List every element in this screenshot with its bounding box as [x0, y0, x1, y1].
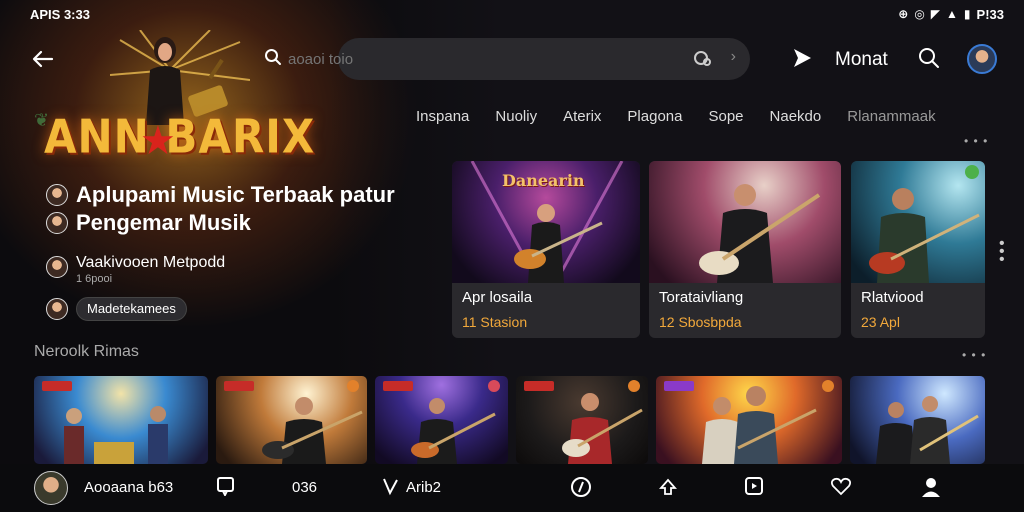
profile-avatar[interactable]: [967, 44, 997, 74]
category-chip[interactable]: Madetekamees: [76, 297, 187, 321]
tab-genre[interactable]: Plagona: [627, 108, 682, 125]
battery-icon: ▮: [963, 7, 971, 21]
music-label[interactable]: Arib2: [406, 479, 441, 496]
live-tag: [42, 381, 72, 391]
card-subtitle: 12 Sbosbpda: [659, 314, 742, 330]
library-icon[interactable]: [744, 476, 764, 502]
search-icon[interactable]: [264, 48, 282, 71]
section-title: Neroolk Rimas: [34, 343, 139, 360]
search-input[interactable]: [288, 50, 648, 68]
featured-card[interactable]: Rlatviood 23 Apl: [851, 161, 985, 338]
badge-icon: [822, 380, 834, 392]
video-thumbnail[interactable]: [656, 376, 842, 464]
user-avatar[interactable]: [34, 471, 68, 505]
video-thumbnail[interactable]: [34, 376, 208, 464]
video-thumbnail[interactable]: [216, 376, 367, 464]
video-thumbnail[interactable]: [850, 376, 985, 464]
bottom-navigation: Aooaana b63 036 Arib2: [0, 464, 1024, 512]
wifi-icon: ◤: [930, 7, 941, 21]
tab-genre[interactable]: Nuoliy: [495, 108, 537, 125]
avatar: [46, 256, 68, 278]
card-title: Apr losaila: [462, 289, 533, 306]
kebab-menu-icon[interactable]: • • •: [999, 236, 1005, 268]
avatar[interactable]: [46, 212, 68, 234]
band-logo: Danearin: [502, 171, 585, 190]
share-icon[interactable]: [657, 476, 679, 504]
compass-icon[interactable]: [570, 476, 592, 504]
podcast-meta[interactable]: Vaakivooen Metpodd 1 6pooi: [46, 254, 225, 285]
hero-band-title: ANN BARIX: [44, 109, 316, 164]
card-title: Rlatviood: [861, 289, 924, 306]
play-icon[interactable]: [790, 46, 814, 70]
tab-genre[interactable]: Rlanammaak: [847, 108, 935, 125]
card-title: Torataivliang: [659, 289, 744, 306]
more-dots-icon[interactable]: • • •: [964, 134, 988, 148]
count-label: 036: [292, 479, 318, 496]
featured-card[interactable]: Torataivliang 12 Sbosbpda: [649, 161, 841, 338]
chat-icon[interactable]: [216, 476, 236, 502]
card-subtitle: 23 Apl: [861, 314, 900, 330]
headline-line2: Pengemar Musik: [76, 210, 251, 235]
user-label[interactable]: Aooaana b63: [84, 479, 173, 496]
tab-genre[interactable]: Inspana: [416, 108, 469, 125]
status-bar: APIS 3:33 ⊕ ◎ ◤ ▲ ▮ P!33: [0, 0, 1024, 28]
avatar[interactable]: [46, 184, 68, 206]
signal-icon: ▲: [946, 7, 958, 21]
chip-row: Madetekamees: [46, 297, 187, 321]
more-dots-icon[interactable]: • • •: [962, 348, 986, 362]
alarm-icon: ◎: [914, 7, 925, 21]
live-tag: [664, 381, 694, 391]
back-arrow-icon[interactable]: [30, 46, 58, 74]
vibrate-icon: ⊕: [898, 7, 909, 21]
month-button[interactable]: Monat: [835, 49, 888, 71]
voice-search-icon[interactable]: [692, 48, 714, 75]
badge-icon: [347, 380, 359, 392]
status-time: APIS 3:33: [30, 6, 90, 22]
video-thumbnail[interactable]: [516, 376, 648, 464]
profile-icon[interactable]: [920, 476, 942, 504]
badge-icon: [628, 380, 640, 392]
live-tag: [224, 381, 254, 391]
podcast-title: Vaakivooen Metpodd: [76, 254, 226, 271]
live-tag: [383, 381, 413, 391]
concert-image: Danearin: [452, 161, 640, 283]
concert-image: [851, 161, 985, 283]
podcast-subtitle: 1 6pooi: [76, 273, 113, 285]
badge-icon: [488, 380, 500, 392]
music-note-icon[interactable]: [380, 476, 400, 502]
live-tag: [524, 381, 554, 391]
tab-genre[interactable]: Naekdo: [770, 108, 822, 125]
badge-icon: [965, 165, 979, 179]
headline-line1: Aplupami Music Terbaak patur: [76, 182, 395, 207]
featured-card[interactable]: Danearin Apr losaila 11 Stasion: [452, 161, 640, 338]
video-thumbnail[interactable]: [375, 376, 508, 464]
card-subtitle: 11 Stasion: [462, 314, 528, 330]
search-bar[interactable]: ›: [260, 38, 750, 80]
more-icon[interactable]: ›: [731, 48, 736, 66]
headline: Aplupami Music Terbaak patur Pengemar Mu…: [46, 182, 426, 236]
tab-genre[interactable]: Sope: [708, 108, 743, 125]
status-right-text: P!33: [976, 6, 1004, 22]
status-icons: ⊕ ◎ ◤ ▲ ▮ P!33: [898, 7, 1004, 22]
concert-image: [649, 161, 841, 283]
search-icon[interactable]: [918, 47, 940, 75]
heart-icon[interactable]: [830, 476, 852, 502]
tab-genre[interactable]: Aterix: [563, 108, 601, 125]
genre-tabs: Inspana Nuoliy Aterix Plagona Sope Naekd…: [416, 108, 936, 125]
avatar[interactable]: [46, 298, 68, 320]
star-icon: ★: [140, 119, 176, 163]
